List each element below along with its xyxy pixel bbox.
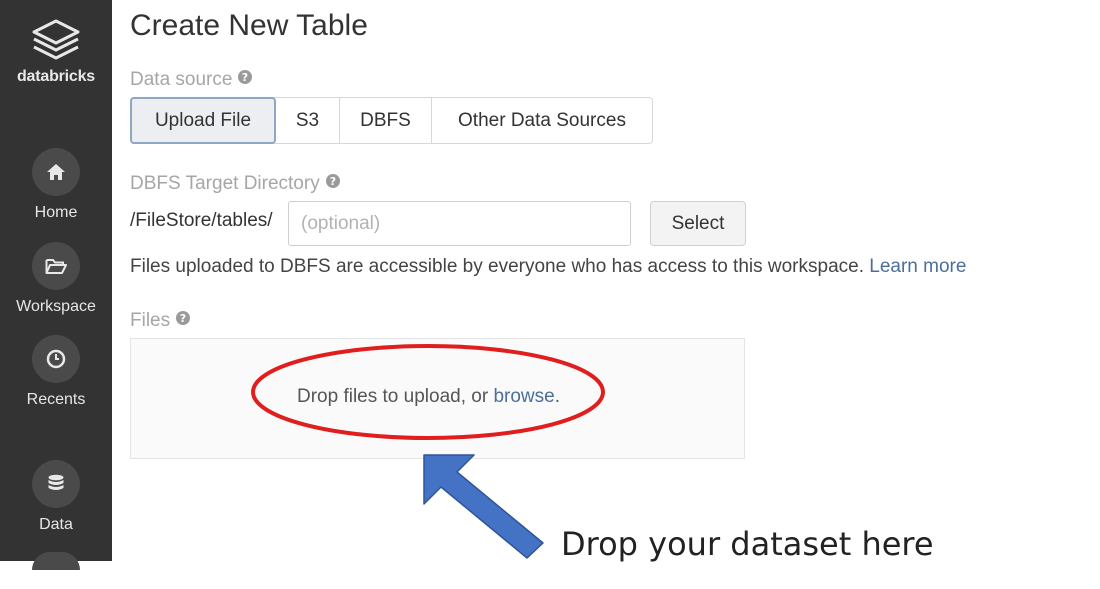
dropzone-text: Drop files to upload, or browse. — [297, 386, 560, 408]
sidebar-item-label: Home — [34, 204, 78, 221]
sidebar-item-recents[interactable]: Recents — [0, 335, 112, 409]
sidebar-item-label: Recents — [26, 391, 86, 408]
sidebar-item-data[interactable]: Data — [0, 460, 112, 534]
tab-upload-file[interactable]: Upload File — [130, 97, 276, 144]
home-icon — [32, 148, 80, 196]
access-info-text: Files uploaded to DBFS are accessible by… — [130, 256, 864, 277]
files-label-text: Files — [130, 310, 171, 332]
sidebar-item-label: Workspace — [16, 298, 96, 315]
path-prefix: /FileStore/tables/ — [130, 210, 273, 231]
files-label: Files? — [130, 310, 191, 332]
help-icon[interactable]: ? — [237, 69, 253, 91]
dbfs-target-label: DBFS Target Directory? — [130, 173, 341, 195]
brand-label: databricks — [16, 68, 96, 85]
dbfs-target-label-text: DBFS Target Directory — [130, 173, 320, 195]
tab-s3[interactable]: S3 — [276, 98, 340, 143]
tab-dbfs[interactable]: DBFS — [340, 98, 432, 143]
sidebar-item-workspace[interactable]: Workspace — [0, 242, 112, 316]
target-directory-input[interactable] — [288, 201, 631, 246]
select-button[interactable]: Select — [650, 201, 746, 246]
sidebar-item-home[interactable]: Home — [0, 148, 112, 222]
data-source-label-text: Data source — [130, 69, 233, 91]
sidebar-item-label: Data — [39, 516, 73, 533]
brand[interactable]: databricks — [0, 18, 112, 86]
drop-suffix: . — [554, 386, 560, 407]
folder-icon — [32, 242, 80, 290]
browse-link[interactable]: browse — [493, 386, 554, 407]
help-icon[interactable]: ? — [325, 173, 341, 195]
tab-other-data-sources[interactable]: Other Data Sources — [432, 98, 652, 143]
clock-icon — [32, 335, 80, 383]
drop-instruction: Drop files to upload, or — [297, 386, 489, 407]
svg-text:?: ? — [330, 175, 336, 188]
learn-more-link[interactable]: Learn more — [869, 256, 966, 277]
help-icon[interactable]: ? — [175, 310, 191, 332]
sidebar: databricks Home Workspace Recents Data — [0, 0, 112, 570]
data-source-label: Data source? — [130, 69, 253, 91]
page-title: Create New Table — [130, 9, 368, 42]
databricks-logo-icon — [32, 19, 80, 60]
annotation-text: Drop your dataset here — [561, 525, 934, 563]
access-info: Files uploaded to DBFS are accessible by… — [130, 256, 966, 278]
sidebar-item-partial[interactable] — [32, 552, 80, 570]
data-source-tabs: Upload File S3 DBFS Other Data Sources — [130, 97, 653, 144]
pointer-arrow — [423, 454, 544, 559]
svg-text:?: ? — [242, 71, 248, 84]
database-icon — [32, 460, 80, 508]
svg-text:?: ? — [180, 312, 186, 325]
